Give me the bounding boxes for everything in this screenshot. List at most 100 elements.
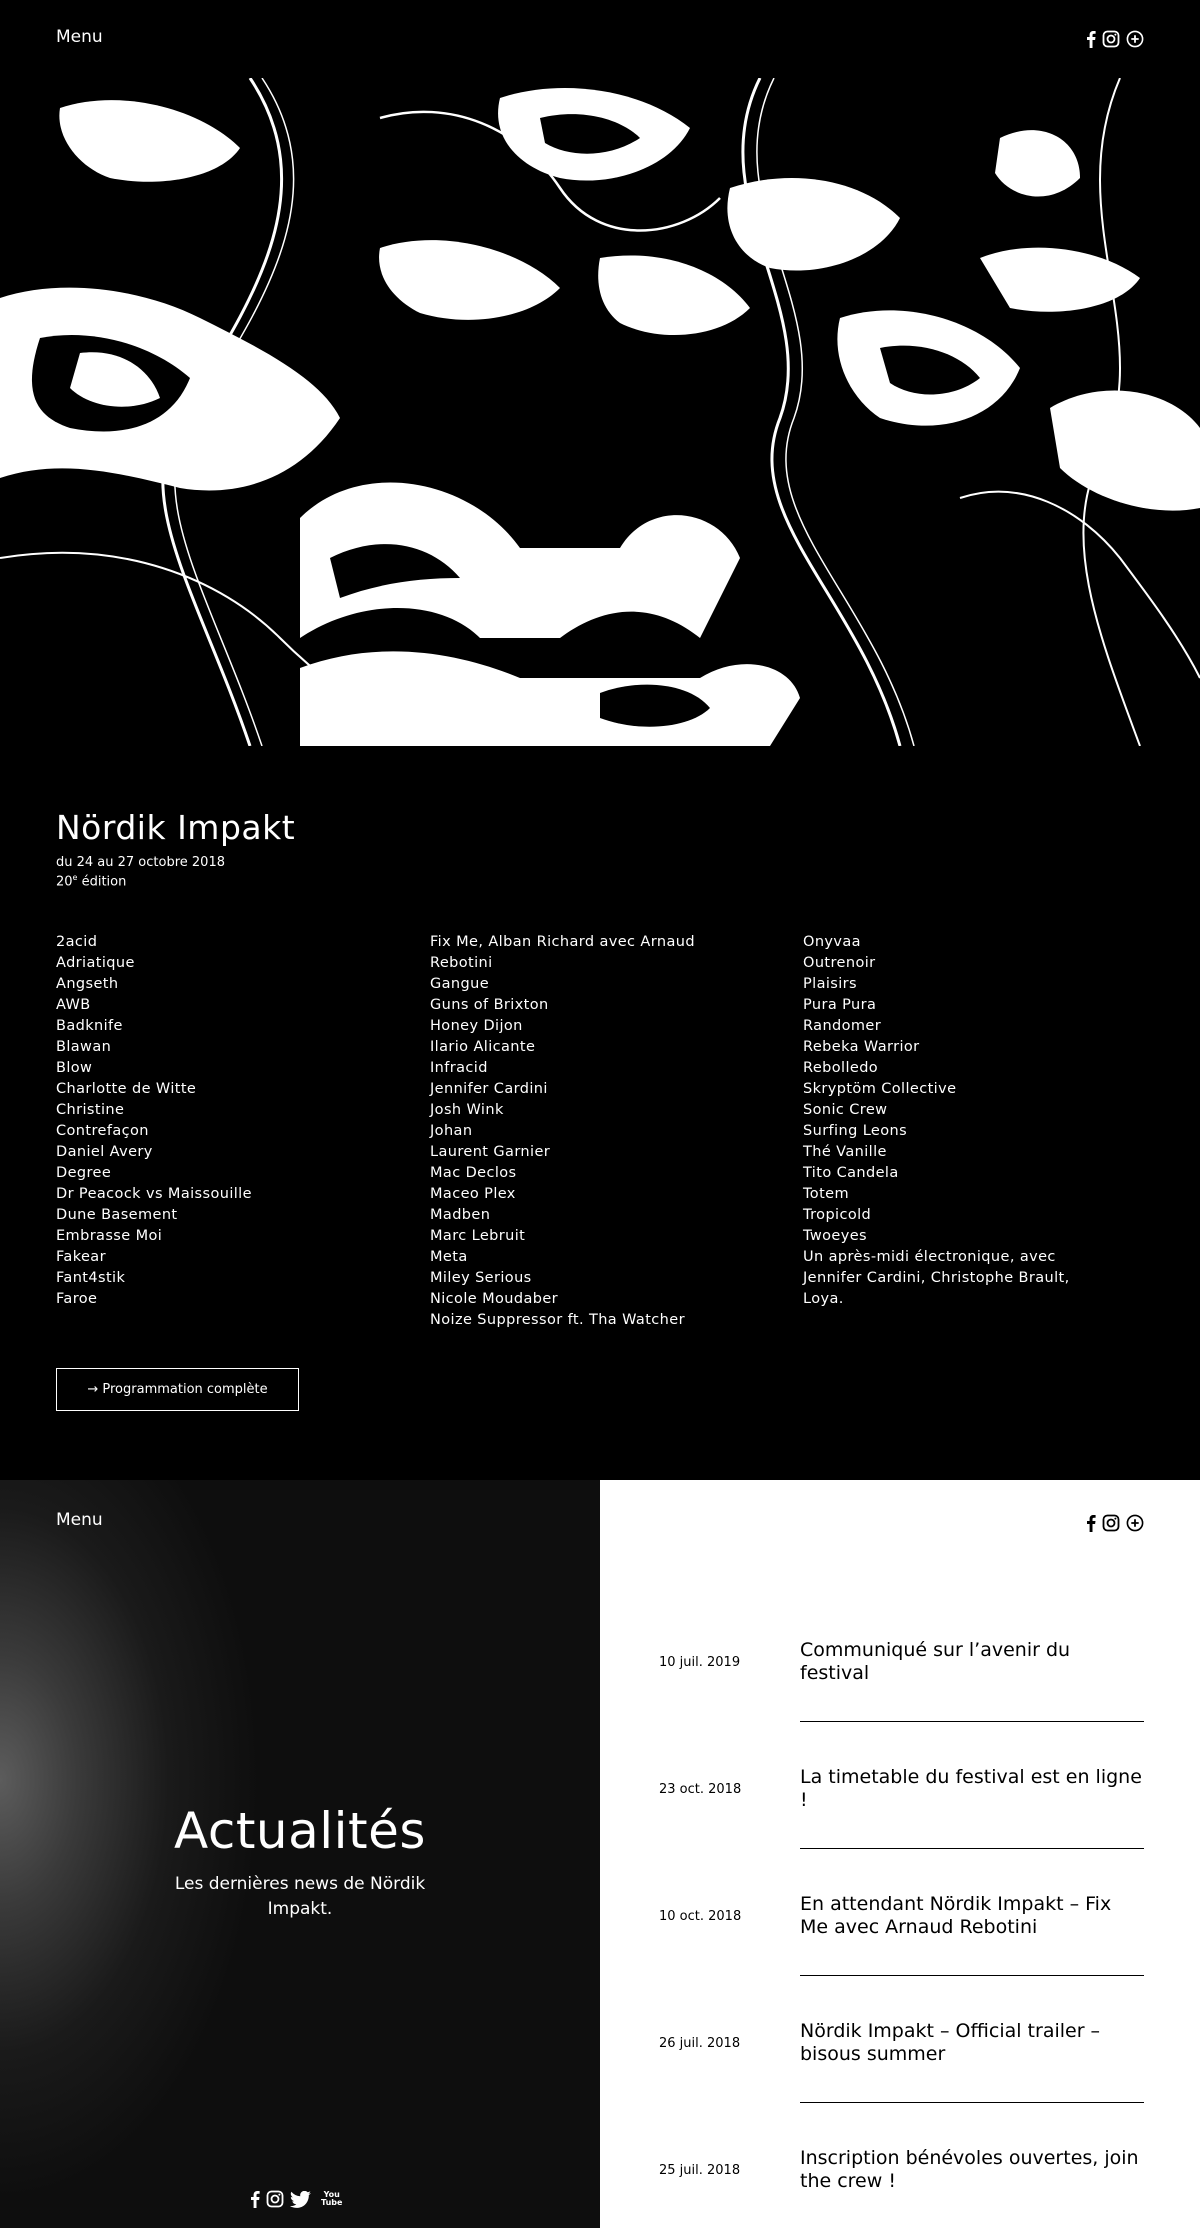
artist-name: Tito Candela [803, 1165, 899, 1181]
artist-name: Madben [430, 1207, 491, 1223]
artist-name: Surfing Leons [803, 1123, 908, 1139]
artist-name: Totem [803, 1186, 849, 1202]
festival-info: Nördik Impakt du 24 au 27 octobre 2018 2… [56, 808, 295, 889]
artist-name: Infracid [430, 1060, 488, 1076]
news-list-panel: 10 juil. 2019 Communiqué sur l’avenir du… [600, 1480, 1200, 2228]
header-social-links [1086, 30, 1144, 48]
artist-name: Fant4stik [56, 1270, 126, 1286]
news-item[interactable]: 25 juil. 2018 Inscription bénévoles ouve… [600, 2141, 1200, 2228]
facebook-icon[interactable] [1086, 1514, 1096, 1532]
edition-word: édition [77, 874, 127, 890]
facebook-icon[interactable] [1086, 30, 1096, 48]
artist-name: Un après-midi électronique, avec [803, 1249, 1056, 1265]
artist-name: Josh Wink [430, 1102, 504, 1118]
artist-name: Degree [56, 1165, 112, 1181]
artist-name: Nicole Moudaber [430, 1291, 559, 1307]
news-divider [800, 1721, 1144, 1722]
youtube-word-2: Tube [321, 2198, 343, 2207]
news-item[interactable]: 10 oct. 2018 En attendant Nördik Impakt … [600, 1887, 1200, 2014]
news-title[interactable]: En attendant Nördik Impakt – Fix Me avec… [800, 1893, 1144, 1939]
artist-name: Maceo Plex [430, 1186, 516, 1202]
artist-name: Dune Basement [56, 1207, 178, 1223]
news-title[interactable]: Inscription bénévoles ouvertes, join the… [800, 2147, 1144, 2193]
artist-name: Loya. [803, 1291, 844, 1307]
festival-edition: 20e édition [56, 873, 295, 889]
artist-name: Guns of Brixton [430, 997, 549, 1013]
news-title[interactable]: Communiqué sur l’avenir du festival [800, 1639, 1144, 1685]
news-date: 10 oct. 2018 [659, 1909, 742, 1924]
news-divider [800, 1975, 1144, 1976]
news-date: 25 juil. 2018 [659, 2163, 741, 2178]
artist-name: Rebeka Warrior [803, 1039, 920, 1055]
news-date: 10 juil. 2019 [659, 1655, 741, 1670]
twitter-icon[interactable] [290, 2190, 311, 2208]
news-item[interactable]: 23 oct. 2018 La timetable du festival es… [600, 1760, 1200, 1887]
instagram-icon[interactable] [1102, 1514, 1120, 1532]
news-hero-panel: Menu Actualités Les dernières news de Nö… [0, 1480, 600, 2228]
artist-name: Sonic Crew [803, 1102, 888, 1118]
news-subheading: Les dernières news de Nördik Impakt. [174, 1874, 426, 1919]
artist-name: Meta [430, 1249, 468, 1265]
artist-name: Angseth [56, 976, 119, 992]
artist-name: Christine [56, 1102, 125, 1118]
artist-name: Jennifer Cardini [430, 1081, 548, 1097]
footer-social-links: You Tube [250, 2190, 342, 2208]
artist-name: Tropicold [803, 1207, 872, 1223]
facebook-icon[interactable] [250, 2190, 260, 2208]
news-date: 23 oct. 2018 [659, 1782, 742, 1797]
news-date: 26 juil. 2018 [659, 2036, 741, 2051]
news-divider [800, 1848, 1144, 1849]
artist-name: Jennifer Cardini, Christophe Brault, [803, 1270, 1070, 1286]
artist-name: Honey Dijon [430, 1018, 523, 1034]
menu-button[interactable]: Menu [56, 1510, 103, 1530]
artist-name: Miley Serious [430, 1270, 532, 1286]
artist-name: Blawan [56, 1039, 112, 1055]
news-item[interactable]: 10 juil. 2019 Communiqué sur l’avenir du… [600, 1633, 1200, 1760]
artist-name: Daniel Avery [56, 1144, 153, 1160]
artist-name: Noize Suppressor ft. Tha Watcher [430, 1312, 685, 1328]
artist-name: Pura Pura [803, 997, 877, 1013]
instagram-icon[interactable] [1102, 30, 1120, 48]
lineup-column-2: Fix Me, Alban Richard avec Arnaud Rebotin… [430, 932, 695, 1331]
youtube-icon[interactable]: You Tube [321, 2191, 342, 2207]
artist-name: Blow [56, 1060, 93, 1076]
artist-name: Faroe [56, 1291, 98, 1307]
artist-name: AWB [56, 997, 91, 1013]
news-item[interactable]: 26 juil. 2018 Nördik Impakt – Official t… [600, 2014, 1200, 2141]
artist-name: Plaisirs [803, 976, 857, 992]
artist-name: 2acid [56, 934, 98, 950]
lineup-column-1: 2acid Adriatique Angseth AWB Badknife Blawan B… [56, 932, 252, 1310]
instagram-icon[interactable] [266, 2190, 284, 2208]
artist-name: Contrefaçon [56, 1123, 149, 1139]
artist-name: Outrenoir [803, 955, 876, 971]
news-title[interactable]: La timetable du festival est en ligne ! [800, 1766, 1144, 1812]
artist-name: Fix Me, Alban Richard avec Arnaud [430, 934, 695, 950]
top-header: Menu [0, 0, 1200, 78]
artist-name: Twoeyes [803, 1228, 867, 1244]
news-divider [800, 2102, 1144, 2103]
news-heading: Actualités [174, 1802, 426, 1860]
artist-name: Rebotini [430, 955, 493, 971]
artist-name: Mac Declos [430, 1165, 517, 1181]
artist-name: Dr Peacock vs Maissouille [56, 1186, 252, 1202]
news-title[interactable]: Nördik Impakt – Official trailer – bisou… [800, 2020, 1144, 2066]
festival-dates: du 24 au 27 octobre 2018 [56, 855, 225, 870]
artist-name: Onyvaa [803, 934, 861, 950]
full-program-button[interactable]: → Programmation complète [56, 1368, 299, 1411]
artist-name: Johan [430, 1123, 473, 1139]
artist-name: Badknife [56, 1018, 123, 1034]
edition-number: 20 [56, 874, 73, 890]
artist-name: Embrasse Moi [56, 1228, 163, 1244]
artist-name: Gangue [430, 976, 490, 992]
artist-name: Charlotte de Witte [56, 1081, 197, 1097]
artist-name: Thé Vanille [803, 1144, 887, 1160]
artist-name: Fakear [56, 1249, 106, 1265]
menu-button[interactable]: Menu [56, 27, 103, 47]
artist-name: Adriatique [56, 955, 135, 971]
artist-name: Laurent Garnier [430, 1144, 551, 1160]
plus-circle-icon[interactable] [1126, 1514, 1144, 1532]
artist-name: Marc Lebruit [430, 1228, 526, 1244]
plus-circle-icon[interactable] [1126, 30, 1144, 48]
hero-artwork [0, 78, 1200, 746]
festival-title: Nördik Impakt [56, 808, 296, 847]
